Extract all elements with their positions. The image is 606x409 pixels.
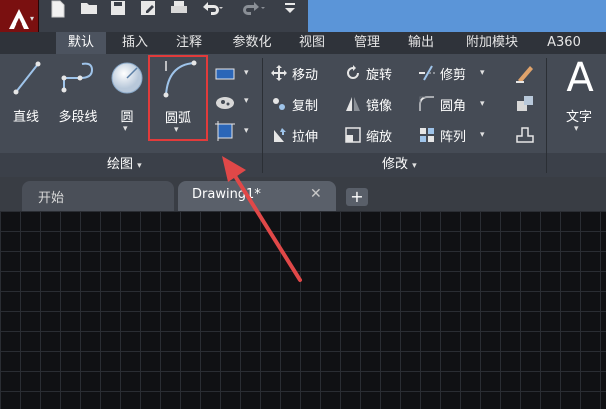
annotation-arrow [222,156,302,282]
